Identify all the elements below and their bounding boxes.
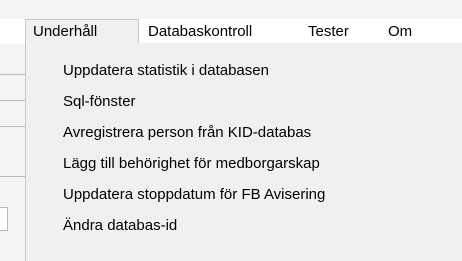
menu-item-label: Uppdatera stoppdatum för FB Avisering bbox=[63, 186, 326, 203]
app-window: Underhåll Databaskontroll Tester Om Uppd… bbox=[0, 0, 462, 261]
menu-item-andra-databas-id[interactable]: Ändra databas-id bbox=[26, 210, 462, 241]
menu-databaskontroll[interactable]: Databaskontroll bbox=[148, 19, 252, 44]
menu-item-label: Avregistrera person från KID-databas bbox=[63, 124, 312, 141]
menu-item-avregistrera-person[interactable]: Avregistrera person från KID-databas bbox=[26, 117, 462, 148]
menu-item-label: Lägg till behörighet för medborgarskap bbox=[63, 155, 320, 172]
background-divider bbox=[0, 126, 25, 127]
menu-item-uppdatera-stoppdatum[interactable]: Uppdatera stoppdatum för FB Avisering bbox=[26, 179, 462, 210]
menu-item-label: Ändra databas-id bbox=[63, 217, 178, 234]
background-divider bbox=[0, 74, 25, 75]
underhall-dropdown-menu: Uppdatera statistik i databasen Sql-föns… bbox=[25, 43, 462, 261]
menu-underhall-label: Underhåll bbox=[33, 23, 98, 40]
menu-item-uppdatera-statistik[interactable]: Uppdatera statistik i databasen bbox=[26, 55, 462, 86]
menu-item-behorighet-medborgarskap[interactable]: Lägg till behörighet för medborgarskap bbox=[26, 148, 462, 179]
menu-underhall[interactable]: Underhåll bbox=[25, 19, 139, 44]
menu-tester-label: Tester bbox=[308, 23, 349, 40]
menu-bar: Underhåll Databaskontroll Tester Om bbox=[0, 19, 462, 44]
menu-item-label: Uppdatera statistik i databasen bbox=[63, 62, 269, 79]
menu-tester[interactable]: Tester bbox=[308, 19, 349, 44]
menu-om[interactable]: Om bbox=[388, 19, 412, 44]
background-divider bbox=[0, 176, 25, 177]
background-divider bbox=[0, 100, 25, 101]
menu-item-label: Sql-fönster bbox=[63, 93, 136, 110]
menu-item-sql-fonster[interactable]: Sql-fönster bbox=[26, 86, 462, 117]
menu-databaskontroll-label: Databaskontroll bbox=[148, 23, 253, 40]
menu-om-label: Om bbox=[388, 23, 413, 40]
background-input-field bbox=[0, 207, 8, 231]
